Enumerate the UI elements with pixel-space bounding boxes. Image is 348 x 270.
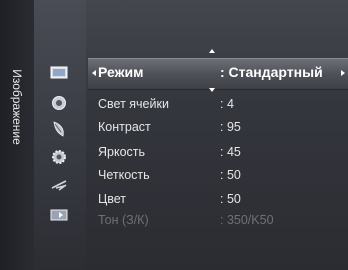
menu-item-backlight-value: : 4 — [220, 97, 234, 111]
side-tab-label: Изображение — [10, 69, 24, 145]
menu-item-color-label[interactable]: Цвет — [98, 192, 126, 206]
input-icon[interactable] — [48, 206, 70, 224]
menu-item-contrast-label[interactable]: Контраст — [98, 120, 151, 134]
menu-item-color-value: : 50 — [220, 192, 241, 206]
menu-item-sharpness-value: : 50 — [220, 168, 241, 182]
scroll-down-arrow-icon[interactable] — [209, 88, 215, 92]
scroll-up-arrow-icon[interactable] — [209, 49, 215, 53]
satellite-dish-icon[interactable] — [48, 120, 70, 138]
menu-item-mode-value[interactable]: : Стандартный — [220, 64, 323, 80]
tv-menu-screen: Изображение Режим : Стандартный Свет яче… — [0, 0, 348, 270]
menu-item-mode-label[interactable]: Режим — [98, 64, 143, 80]
category-icons — [34, 0, 86, 270]
picture-icon[interactable] — [48, 64, 70, 82]
menu-item-sharpness-label[interactable]: Четкость — [98, 168, 150, 182]
side-tab[interactable]: Изображение — [0, 0, 34, 270]
sound-icon[interactable] — [48, 94, 70, 112]
arrow-right-icon[interactable] — [341, 70, 345, 76]
antenna-icon[interactable] — [48, 176, 70, 194]
gear-icon[interactable] — [48, 148, 70, 166]
menu-item-brightness-value: : 45 — [220, 145, 241, 159]
menu-item-tint-value: : 350/K50 — [220, 213, 274, 227]
menu-item-brightness-label[interactable]: Яркость — [98, 145, 145, 159]
menu-item-tint-label: Тон (З/К) — [98, 213, 149, 227]
menu-panel — [86, 0, 348, 270]
menu-item-contrast-value: : 95 — [220, 120, 241, 134]
menu-item-backlight-label[interactable]: Свет ячейки — [98, 97, 169, 111]
arrow-left-icon[interactable] — [92, 70, 96, 76]
